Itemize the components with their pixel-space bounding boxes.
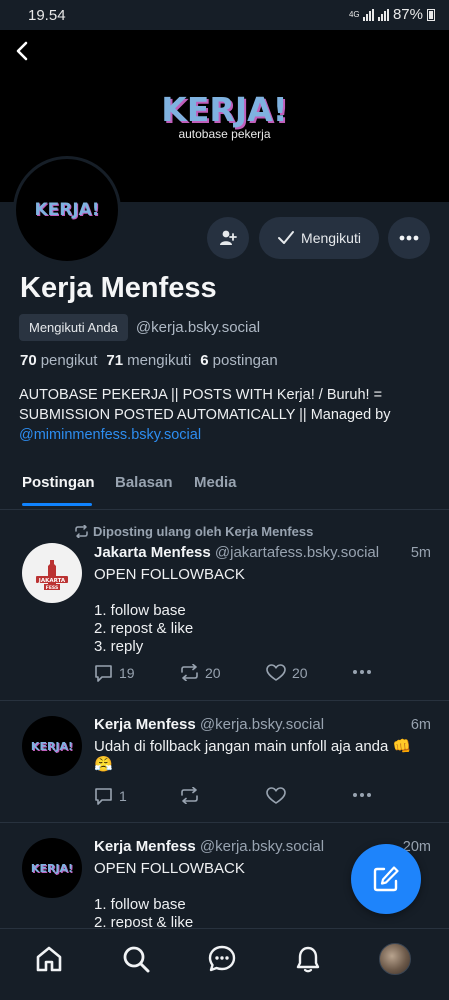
post-text: OPEN FOLLOWBACK 1. follow base 2. repost… [94, 566, 245, 655]
post-avatar[interactable]: KERJA! [22, 716, 82, 776]
post-actions: 1 [94, 787, 384, 807]
checkmark-icon [278, 231, 295, 244]
nav-chat[interactable] [206, 943, 238, 975]
nav-notifications[interactable] [292, 943, 324, 975]
feed-post[interactable]: KERJA! Kerja Menfess @kerja.bsky.social … [0, 701, 449, 823]
profile-handle: @kerja.bsky.social [135, 319, 261, 336]
post-author[interactable]: Kerja Menfess [94, 838, 196, 855]
battery-icon [427, 8, 435, 21]
svg-text:JAKARTA: JAKARTA [38, 578, 66, 584]
network-type: 4G [348, 9, 360, 19]
reply-count: 1 [119, 788, 127, 804]
post-handle: @kerja.bsky.social [199, 716, 325, 733]
reply-icon [95, 788, 112, 805]
like-button[interactable] [266, 787, 286, 805]
post-author[interactable]: Kerja Menfess [94, 716, 196, 733]
signal-icon [362, 8, 374, 21]
posts-stat: 6 postingan [200, 352, 278, 369]
repost-icon [181, 664, 198, 681]
like-button[interactable]: 20 [266, 664, 308, 682]
avatar-logo-text: KERJA! [34, 200, 100, 220]
post-header: Jakarta Menfess @jakartafess.bsky.social [94, 544, 379, 561]
repost-icon [75, 525, 88, 538]
bell-icon [296, 946, 320, 973]
repost-icon [181, 787, 198, 804]
status-bar: 19.54 4G 87% [0, 0, 449, 30]
search-icon [123, 946, 150, 973]
post-avatar[interactable]: JAKARTA FESS [22, 543, 82, 603]
post-time: 6m [410, 717, 431, 733]
post-more-button[interactable] [352, 792, 372, 798]
handle-row: Mengikuti Anda @kerja.bsky.social [19, 314, 260, 341]
reply-button[interactable]: 19 [94, 664, 135, 682]
post-author[interactable]: Jakarta Menfess [94, 544, 211, 561]
compose-icon [373, 866, 399, 892]
more-icon [353, 793, 371, 797]
tab-replies[interactable]: Balasan [115, 474, 173, 491]
post-text: Udah di follback jangan main unfoll aja … [94, 738, 412, 773]
repost-button[interactable] [180, 787, 199, 804]
profile-tabs: Postingan Balasan Media [0, 468, 449, 510]
profile-stats: 70 pengikut 71 mengikuti 6 postingan [20, 352, 278, 369]
profile-name: Kerja Menfess [20, 272, 217, 304]
repost-indicator: Diposting ulang oleh Kerja Menfess [74, 524, 313, 539]
home-icon [36, 946, 62, 972]
post-handle: @kerja.bsky.social [199, 838, 325, 855]
following-label: Mengikuti [301, 230, 361, 246]
active-tab-indicator [22, 503, 92, 506]
jakarta-fess-logo: JAKARTA FESS [32, 558, 72, 591]
profile-avatar[interactable]: KERJA! [13, 156, 121, 264]
banner-title: KERJA! [161, 90, 288, 129]
repost-button[interactable]: 20 [180, 664, 221, 681]
nav-home[interactable] [33, 943, 65, 975]
bottom-navigation [0, 928, 449, 1000]
more-options-button[interactable] [388, 217, 430, 259]
reply-count: 19 [119, 665, 135, 681]
more-icon [353, 670, 371, 674]
follows-you-badge: Mengikuti Anda [19, 314, 128, 341]
bio-text: AUTOBASE PEKERJA || POSTS WITH Kerja! / … [19, 387, 391, 423]
tab-media[interactable]: Media [194, 474, 237, 491]
repost-count: 20 [205, 664, 221, 681]
compose-button[interactable] [351, 844, 421, 914]
repost-by-label: Diposting ulang oleh Kerja Menfess [93, 524, 314, 539]
post-more-button[interactable] [352, 669, 372, 675]
bio-link[interactable]: @miminmenfess.bsky.social [19, 427, 201, 443]
add-to-list-button[interactable] [207, 217, 249, 259]
status-time: 19.54 [28, 7, 66, 24]
like-count: 20 [292, 665, 308, 681]
feed-post[interactable]: Diposting ulang oleh Kerja Menfess JAKAR… [0, 511, 449, 701]
nav-search[interactable] [120, 943, 152, 975]
status-icons: 4G 87% [349, 6, 435, 23]
post-avatar[interactable]: KERJA! [22, 838, 82, 898]
post-handle: @jakartafess.bsky.social [214, 544, 380, 561]
banner-logo: KERJA! autobase pekerja [0, 90, 449, 141]
avatar-logo-text: KERJA! [30, 861, 74, 875]
tab-posts[interactable]: Postingan [22, 474, 95, 491]
user-avatar [379, 943, 411, 975]
svg-text:FESS: FESS [46, 585, 58, 591]
following-button[interactable]: Mengikuti [259, 217, 379, 259]
post-actions: 19 20 20 [94, 664, 384, 684]
nav-profile[interactable] [379, 943, 411, 975]
like-icon [266, 664, 286, 681]
avatar-logo-text: KERJA! [30, 739, 74, 753]
battery-percent: 87% [392, 6, 423, 23]
post-time: 5m [410, 545, 431, 561]
reply-icon [95, 665, 112, 682]
add-person-icon [220, 230, 237, 245]
profile-bio: AUTOBASE PEKERJA || POSTS WITH Kerja! / … [19, 385, 439, 445]
banner-subtitle: autobase pekerja [178, 127, 271, 141]
chat-icon [208, 945, 236, 972]
following-stat[interactable]: 71 mengikuti [106, 352, 191, 369]
more-icon [399, 235, 419, 241]
like-icon [266, 787, 286, 804]
post-header: Kerja Menfess @kerja.bsky.social [94, 716, 324, 733]
back-arrow-icon[interactable] [12, 40, 34, 62]
signal-icon-2 [377, 8, 389, 21]
reply-button[interactable]: 1 [94, 787, 127, 805]
post-header: Kerja Menfess @kerja.bsky.social [94, 838, 324, 855]
followers-stat[interactable]: 70 pengikut [20, 352, 97, 369]
